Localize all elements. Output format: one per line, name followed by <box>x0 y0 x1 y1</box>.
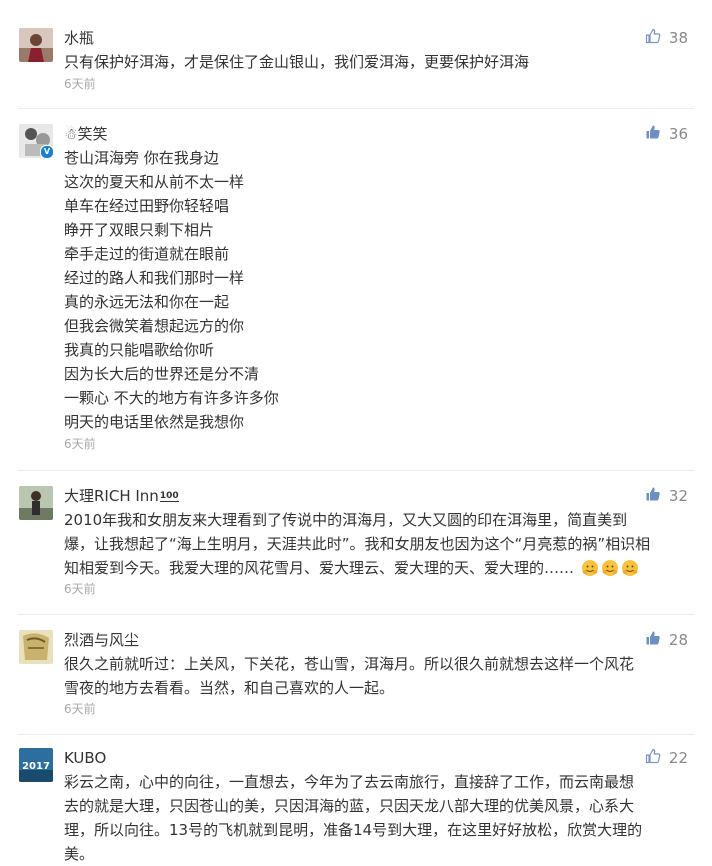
comment-text: 苍山洱海旁 你在我身边 这次的夏天和从前不太一样 单车在经过田野你轻轻唱 睁开了… <box>64 146 694 434</box>
divider <box>18 108 694 109</box>
hug-emoji-icon <box>581 560 598 576</box>
username-text: 大理RICH Inn <box>64 487 159 505</box>
like-button[interactable]: 28 <box>645 630 688 650</box>
comment-line: 彩云之南，心中的向往，一直想去，今年为了去云南旅行，直接辞了工作，而云南最想 <box>64 773 635 791</box>
comment-line: 因为长大后的世界还是分不清 <box>64 365 260 383</box>
thumbs-up-icon <box>645 28 661 48</box>
comment-line: 一颗心 不大的地方有许多许多你 <box>64 389 279 407</box>
comment-line-last: 知相爱到今天。我爱大理的风花雪月、爱大理云、爱大理的天、爱大理的…… <box>64 556 694 580</box>
comment-line: 单车在经过田野你轻轻唱 <box>64 197 230 215</box>
like-count: 22 <box>668 749 688 767</box>
avatar[interactable] <box>19 486 53 520</box>
comment-line: 很久之前就听过：上关风，下关花，苍山雪，洱海月。所以很久前就想去这样一个风花 <box>64 655 635 673</box>
like-count: 36 <box>668 125 688 143</box>
avatar[interactable] <box>19 28 53 62</box>
comment-line: 2010年我和女朋友来大理看到了传说中的洱海月，又大又圆的印在洱海里，简直美到 <box>64 511 628 529</box>
thumbs-up-icon <box>645 630 661 650</box>
comment-text: 很久之前就听过：上关风，下关花，苍山雪，洱海月。所以很久前就想去这样一个风花 雪… <box>64 652 694 700</box>
comment-line-text: 知相爱到今天。我爱大理的风花雪月、爱大理云、爱大理的天、爱大理的…… <box>64 559 575 577</box>
thumbs-up-icon <box>645 486 661 506</box>
like-button[interactable]: 32 <box>645 486 688 506</box>
hug-emoji-icon <box>601 560 618 576</box>
username[interactable]: 大理RICH Inn100 <box>64 486 179 506</box>
comment-line: 睁开了双眼只剩下相片 <box>64 221 215 239</box>
avatar[interactable] <box>19 630 53 664</box>
comment-line: 美。 <box>64 845 95 863</box>
divider <box>18 470 694 471</box>
comment-line: 去的就是大理，只因苍山的美，只因洱海的蓝，只因天龙八部大理的优美风景，心系大 <box>64 797 635 815</box>
comment-item: 水瓶 38 只有保护好洱海，才是保住了金山银山，我们爱洱海，更要保护好洱海 6天… <box>0 28 712 98</box>
username[interactable]: KUBO <box>64 748 106 768</box>
comment-line: 只有保护好洱海，才是保住了金山银山，我们爱洱海，更要保护好洱海 <box>64 53 530 71</box>
timestamp: 6天前 <box>64 437 96 451</box>
timestamp: 6天前 <box>64 702 96 716</box>
comment-line: 我真的只能唱歌给你听 <box>64 341 215 359</box>
like-count: 28 <box>668 631 688 649</box>
like-button[interactable]: 22 <box>645 748 688 768</box>
avatar[interactable]: V <box>19 124 54 159</box>
username[interactable]: ☃笑笑 <box>64 124 107 144</box>
thumbs-up-icon <box>645 124 661 144</box>
comment-line: 明天的电话里依然是我想你 <box>64 413 245 431</box>
comment-line: 雪夜的地方去看看。当然，和自己喜欢的人一起。 <box>64 679 395 697</box>
comment-line: 这次的夏天和从前不太一样 <box>64 173 245 191</box>
comment-line: 苍山洱海旁 你在我身边 <box>64 149 219 167</box>
comment-item: 烈酒与风尘 28 很久之前就听过：上关风，下关花，苍山雪，洱海月。所以很久前就想… <box>0 630 712 720</box>
user-tag-badge: 100 <box>159 491 179 502</box>
divider <box>18 614 694 615</box>
thumbs-up-icon <box>645 748 661 768</box>
comment-line: 理，所以向往。13号的飞机就到昆明，准备14号到大理，在这里好好放松，欣赏大理的 <box>64 821 643 839</box>
comment-item: V ☃笑笑 36 苍山洱海旁 你在我身边 这次的夏天和从前不太一样 单车在经过田… <box>0 124 712 454</box>
avatar-text: 2017 <box>22 761 50 772</box>
like-button[interactable]: 38 <box>645 28 688 48</box>
comment-text: 只有保护好洱海，才是保住了金山银山，我们爱洱海，更要保护好洱海 <box>64 50 694 74</box>
comment-line: 爆，让我想起了“海上生明月，天涯共此时”。我和女朋友也因为这个“月亮惹的祸”相识… <box>64 535 651 553</box>
timestamp: 6天前 <box>64 77 96 91</box>
hug-emoji-icon <box>621 560 638 576</box>
comment-item: 大理RICH Inn100 32 2010年我和女朋友来大理看到了传说中的洱海月… <box>0 486 712 596</box>
timestamp: 6天前 <box>64 582 96 596</box>
like-count: 38 <box>668 29 688 47</box>
divider <box>18 734 694 735</box>
comment-line: 真的永远无法和你在一起 <box>64 293 230 311</box>
username[interactable]: 烈酒与风尘 <box>64 630 139 650</box>
comment-line: 经过的路人和我们那时一样 <box>64 269 245 287</box>
like-count: 32 <box>668 487 688 505</box>
comment-text: 彩云之南，心中的向往，一直想去，今年为了去云南旅行，直接辞了工作，而云南最想 去… <box>64 770 694 866</box>
comment-line: 但我会微笑着想起远方的你 <box>64 317 245 335</box>
username[interactable]: 水瓶 <box>64 28 94 48</box>
verified-badge: V <box>40 145 54 159</box>
comment-line: 牵手走过的街道就在眼前 <box>64 245 230 263</box>
like-button[interactable]: 36 <box>645 124 688 144</box>
avatar[interactable]: 2017 <box>19 748 53 782</box>
comment-item: 2017 KUBO 22 彩云之南，心中的向往，一直想去，今年为了去云南旅行，直… <box>0 748 712 865</box>
comment-text: 2010年我和女朋友来大理看到了传说中的洱海月，又大又圆的印在洱海里，简直美到 … <box>64 508 694 580</box>
